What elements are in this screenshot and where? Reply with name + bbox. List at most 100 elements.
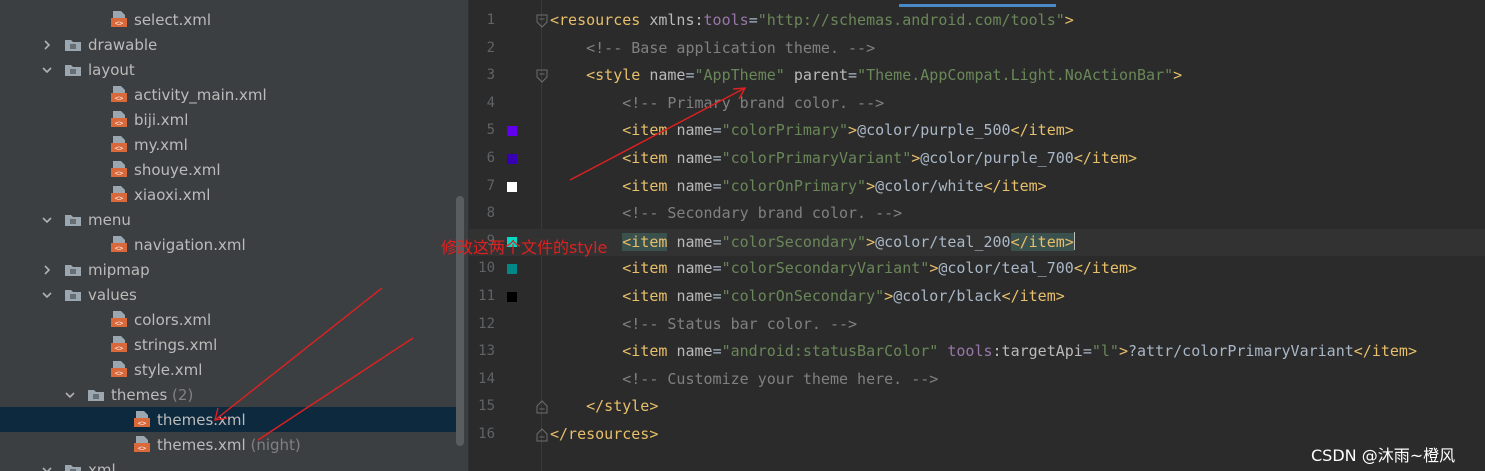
tree-folder-values[interactable]: values (0, 282, 456, 307)
line-number: 15 (478, 398, 495, 414)
tree-file-item[interactable]: <> activity_main.xml (0, 82, 456, 107)
tree-item-label: style.xml (134, 361, 202, 379)
tree-file-item[interactable]: <> xiaoxi.xml (0, 182, 456, 207)
xml-file-icon: <> (110, 360, 128, 378)
code-token-txt: = (685, 66, 695, 84)
fold-marker-icon[interactable] (536, 14, 548, 28)
tree-file-item[interactable]: <> navigation.xml (0, 232, 456, 257)
tree-item-label: navigation.xml (134, 236, 246, 254)
tree-item-label: biji.xml (134, 111, 188, 129)
tree-file-item[interactable]: <> style.xml (0, 357, 456, 382)
tree-folder-menu[interactable]: menu (0, 207, 456, 232)
code-token-txt: = (712, 259, 722, 277)
xml-file-icon: <> (133, 435, 151, 453)
code-token-com: <!-- Primary brand color. --> (622, 94, 885, 112)
code-line[interactable]: 7 <item name="colorOnPrimary">@color/whi… (469, 174, 1485, 201)
code-token-attr: xmlns: (649, 11, 704, 29)
chevron-right-icon[interactable] (42, 40, 52, 50)
chevron-down-icon[interactable] (42, 65, 52, 75)
code-token-txt: = (712, 233, 722, 251)
code-line[interactable]: 13 <item name="android:statusBarColor" t… (469, 339, 1485, 366)
svg-text:<>: <> (115, 370, 123, 378)
tree-file-item[interactable]: <> themes.xml (0, 407, 456, 432)
tree-folder-layout[interactable]: layout (0, 57, 456, 82)
line-number: 10 (478, 260, 495, 276)
code-line[interactable]: 3 <style name="AppTheme" parent="Theme.A… (469, 63, 1485, 90)
code-token-txt: @color/purple_700 (920, 149, 1074, 167)
code-editor[interactable]: 1 <resources xmlns:tools="http://schemas.… (469, 0, 1485, 471)
color-swatch-icon[interactable] (507, 182, 517, 192)
code-line[interactable]: 4 <!-- Primary brand color. --> (469, 91, 1485, 118)
tree-file-item[interactable]: <> biji.xml (0, 107, 456, 132)
code-line[interactable]: 6 <item name="colorPrimaryVariant">@colo… (469, 146, 1485, 173)
tree-item-name: colors.xml (134, 310, 212, 329)
xml-file-icon: <> (110, 160, 128, 178)
tree-file-item[interactable]: <> colors.xml (0, 307, 456, 332)
fold-marker-icon[interactable] (536, 69, 548, 83)
tree-file-item[interactable]: <> shouye.xml (0, 157, 456, 182)
code-line[interactable]: 10 <item name="colorSecondaryVariant">@c… (469, 256, 1485, 283)
fold-marker-icon[interactable] (536, 400, 548, 414)
tree-folder-mipmap[interactable]: mipmap (0, 257, 456, 282)
color-swatch-icon[interactable] (507, 292, 517, 302)
code-line[interactable]: 11 <item name="colorOnSecondary">@color/… (469, 284, 1485, 311)
tree-item-label: mipmap (88, 261, 150, 279)
code-token-attr: :targetApi (992, 342, 1083, 360)
chevron-down-icon[interactable] (42, 465, 52, 471)
code-token-txt: @color/white (875, 177, 984, 195)
code-line[interactable]: 8 <!-- Secondary brand color. --> (469, 201, 1485, 228)
color-swatch-icon[interactable] (507, 154, 517, 164)
tree-item-name: mipmap (88, 260, 150, 279)
code-token-txt: = (1082, 342, 1092, 360)
svg-text:<>: <> (115, 170, 123, 178)
folder-icon (87, 386, 105, 404)
tree-folder-drawable[interactable]: drawable (0, 32, 456, 57)
tree-file-item[interactable]: <> my.xml (0, 132, 456, 157)
tree-item-label: activity_main.xml (134, 86, 267, 104)
code-token-tag: </item> (983, 177, 1047, 195)
code-token-attr: name (676, 121, 713, 139)
tree-file-item[interactable]: <> select.xml (0, 7, 456, 32)
code-line[interactable]: 9 <item name="colorSecondary">@color/tea… (469, 229, 1485, 256)
chevron-down-icon[interactable] (42, 290, 52, 300)
tree-item-label: layout (88, 61, 135, 79)
chevron-right-icon[interactable] (42, 265, 52, 275)
color-swatch-icon[interactable] (507, 126, 517, 136)
xml-file-icon: <> (110, 110, 128, 128)
tree-folder-themes[interactable]: themes (2) (0, 382, 456, 407)
svg-text:<>: <> (115, 245, 123, 253)
tree-file-item[interactable]: <> strings.xml (0, 332, 456, 357)
code-token-com: <!-- Customize your theme here. --> (622, 370, 939, 388)
code-token-val: "AppTheme" (694, 66, 785, 84)
line-number: 8 (486, 205, 495, 221)
code-token-tag: </item> (1353, 342, 1417, 360)
code-token-txt: = (712, 177, 722, 195)
fold-marker-icon[interactable] (536, 428, 548, 442)
code-line[interactable]: 2 <!-- Base application theme. --> (469, 36, 1485, 63)
code-token-tag: <item (622, 342, 677, 360)
color-swatch-icon[interactable] (507, 264, 517, 274)
tree-file-item[interactable]: <> themes.xml (night) (0, 432, 456, 457)
tree-folder-xml[interactable]: xml (0, 457, 456, 471)
code-line[interactable]: 15 </style> (469, 394, 1485, 421)
svg-text:<>: <> (115, 145, 123, 153)
code-token-val: "colorPrimary" (721, 121, 849, 139)
project-tree-panel: <> select.xml drawable layout <> activity_mai… (0, 0, 468, 471)
code-text: <item name="android:statusBarColor" tool… (550, 342, 1417, 360)
line-number: 1 (486, 12, 495, 28)
code-line[interactable]: 5 <item name="colorPrimary">@color/purpl… (469, 118, 1485, 145)
svg-text:<>: <> (115, 120, 123, 128)
code-text: <item name="colorOnPrimary">@color/white… (550, 177, 1047, 195)
code-line[interactable]: 14 <!-- Customize your theme here. --> (469, 367, 1485, 394)
code-line[interactable]: 12 <!-- Status bar color. --> (469, 312, 1485, 339)
code-token-val: "colorOnSecondary" (721, 287, 885, 305)
code-token-com: <!-- Base application theme. --> (586, 39, 876, 57)
chevron-down-icon[interactable] (42, 215, 52, 225)
code-line[interactable]: 1 <resources xmlns:tools="http://schemas.… (469, 8, 1485, 35)
code-token-attr: name (676, 233, 713, 251)
chevron-down-icon[interactable] (65, 390, 75, 400)
code-token-attr: name (676, 259, 713, 277)
